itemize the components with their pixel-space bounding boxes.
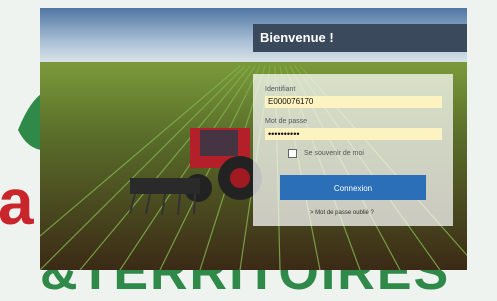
forgot-password-link[interactable]: > Mot de passe oublié ?: [310, 210, 374, 216]
login-panel: Identifiant Mot de passe •••••••••• Se s…: [253, 74, 453, 226]
remember-me-label[interactable]: Se souvenir de moi: [304, 150, 364, 157]
password-input[interactable]: ••••••••••: [265, 128, 442, 140]
identifiant-label: Identifiant: [265, 86, 296, 93]
password-label: Mot de passe: [265, 118, 308, 125]
identifiant-input[interactable]: [265, 96, 442, 108]
remember-me-checkbox[interactable]: [288, 149, 297, 158]
login-button[interactable]: Connexion: [280, 175, 426, 200]
login-panel-title: Bienvenue !: [253, 24, 467, 52]
